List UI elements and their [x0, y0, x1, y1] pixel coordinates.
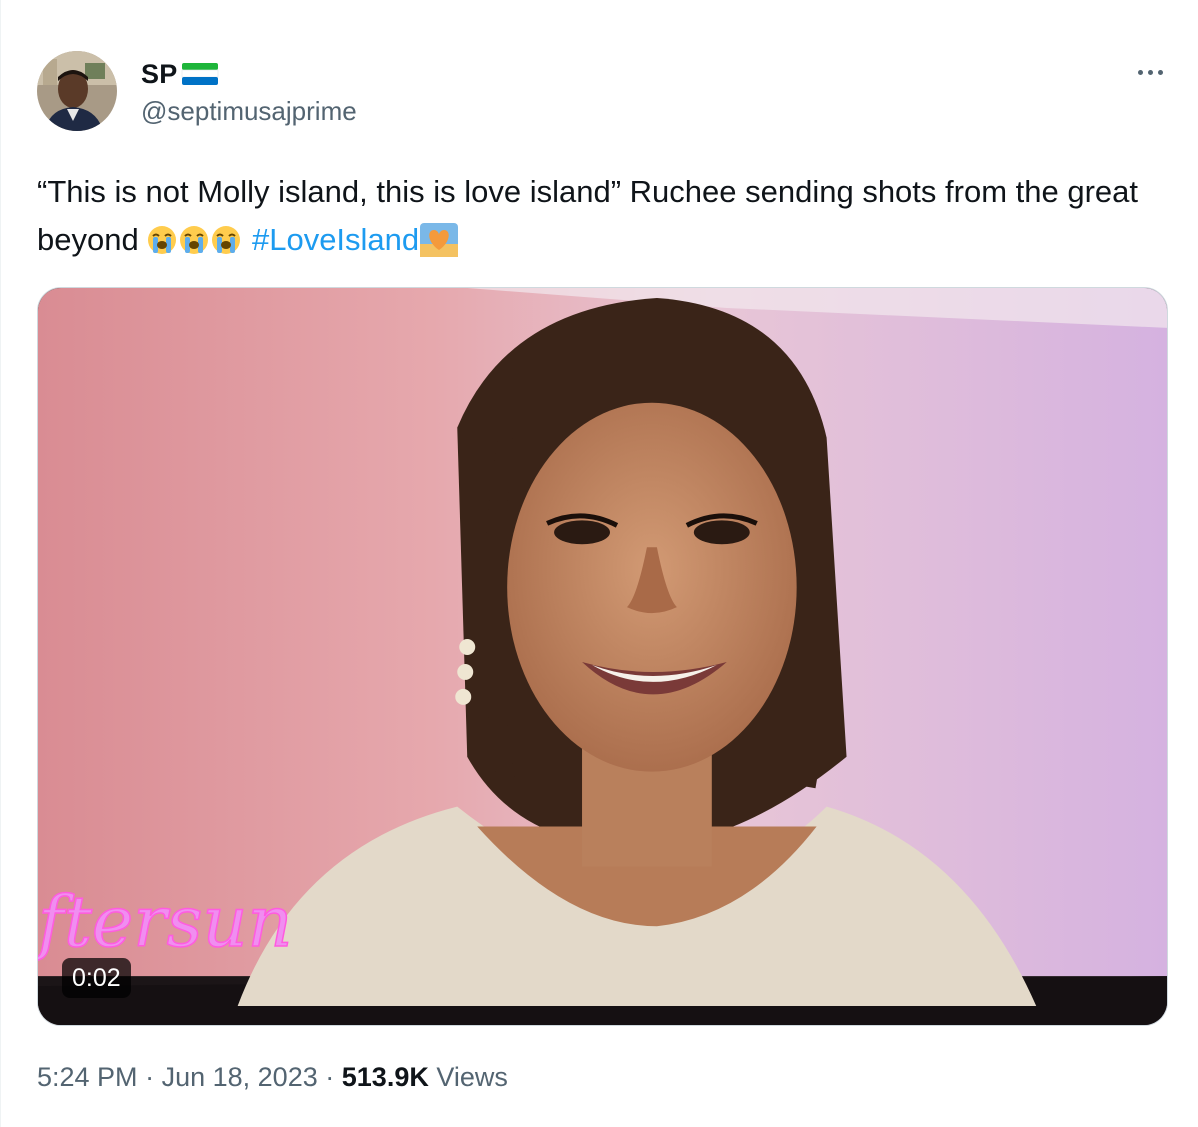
- display-name[interactable]: SP: [141, 59, 177, 90]
- tweet-text: “This is not Molly island, this is love …: [37, 168, 1157, 264]
- hashtag-link[interactable]: #LoveIsland: [252, 222, 419, 257]
- video-player[interactable]: ftersun 0:02: [37, 287, 1168, 1026]
- loudly-crying-face-icon: [179, 221, 209, 254]
- avatar[interactable]: [37, 51, 117, 131]
- more-options-icon[interactable]: [1129, 60, 1171, 84]
- loudly-crying-face-icon: [147, 221, 177, 254]
- user-handle[interactable]: @septimusajprime: [141, 96, 357, 127]
- views-label: Views: [436, 1062, 508, 1092]
- views-count: 513.9K: [341, 1062, 429, 1092]
- sierra-leone-flag-icon: [181, 60, 219, 88]
- video-thumbnail: ftersun: [38, 288, 1167, 1025]
- video-duration: 0:02: [62, 958, 131, 998]
- meta-separator: ·: [325, 1062, 335, 1092]
- name-row[interactable]: SP: [141, 58, 219, 90]
- loudly-crying-face-icon: [211, 221, 241, 254]
- sunrise-heart-icon: [419, 222, 459, 258]
- tweet-meta: 5:24 PM · Jun 18, 2023 · 513.9K Views: [37, 1062, 508, 1093]
- tweet-date[interactable]: Jun 18, 2023: [162, 1062, 318, 1092]
- video-overlay-text: ftersun: [38, 882, 293, 963]
- meta-separator: ·: [145, 1062, 155, 1092]
- tweet-time[interactable]: 5:24 PM: [37, 1062, 138, 1092]
- tweet-card: SP @septimusajprime “This is not Molly i…: [0, 0, 1198, 1127]
